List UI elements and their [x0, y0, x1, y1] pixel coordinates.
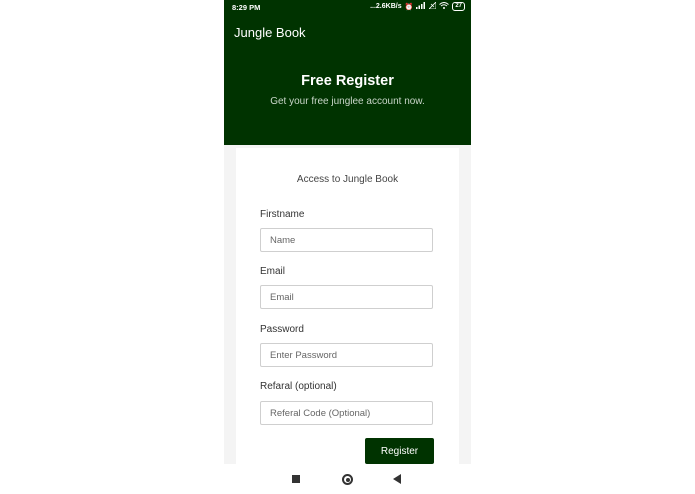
wifi-icon [439, 2, 450, 11]
battery-icon: 27 [452, 2, 465, 11]
email-input[interactable] [260, 285, 433, 309]
status-bar: 8:29 PM ...2.6KB/s ⏰ 27 [224, 0, 471, 14]
register-button[interactable]: Register [365, 438, 434, 464]
phone-screen: 8:29 PM ...2.6KB/s ⏰ 27 Jungle Book Free… [224, 0, 471, 494]
back-triangle-icon[interactable] [393, 474, 401, 484]
android-nav-bar [224, 464, 471, 494]
recents-square-icon[interactable] [292, 475, 300, 483]
app-header: Jungle Book Free Register Get your free … [224, 14, 471, 145]
alarm-icon: ⏰ [404, 3, 414, 11]
password-input[interactable] [260, 343, 433, 367]
password-label: Password [260, 324, 304, 335]
signal-icon [416, 2, 426, 11]
register-form-card: Access to Jungle Book Firstname Email Pa… [236, 148, 459, 468]
page-title: Free Register [301, 73, 394, 89]
home-circle-icon[interactable] [342, 474, 353, 485]
referral-code-input[interactable] [260, 401, 433, 425]
app-title: Jungle Book [234, 25, 306, 40]
referral-label: Refaral (optional) [260, 381, 337, 392]
status-icons: ...2.6KB/s ⏰ 27 [370, 1, 465, 11]
email-label: Email [260, 266, 286, 277]
status-time: 8:29 PM [232, 3, 261, 12]
firstname-label: Firstname [260, 209, 305, 220]
network-speed: ...2.6KB/s [370, 3, 402, 10]
no-sim-icon [428, 1, 437, 11]
firstname-input[interactable] [260, 228, 433, 252]
page-subtitle: Get your free junglee account now. [270, 96, 425, 107]
form-heading: Access to Jungle Book [296, 174, 399, 185]
